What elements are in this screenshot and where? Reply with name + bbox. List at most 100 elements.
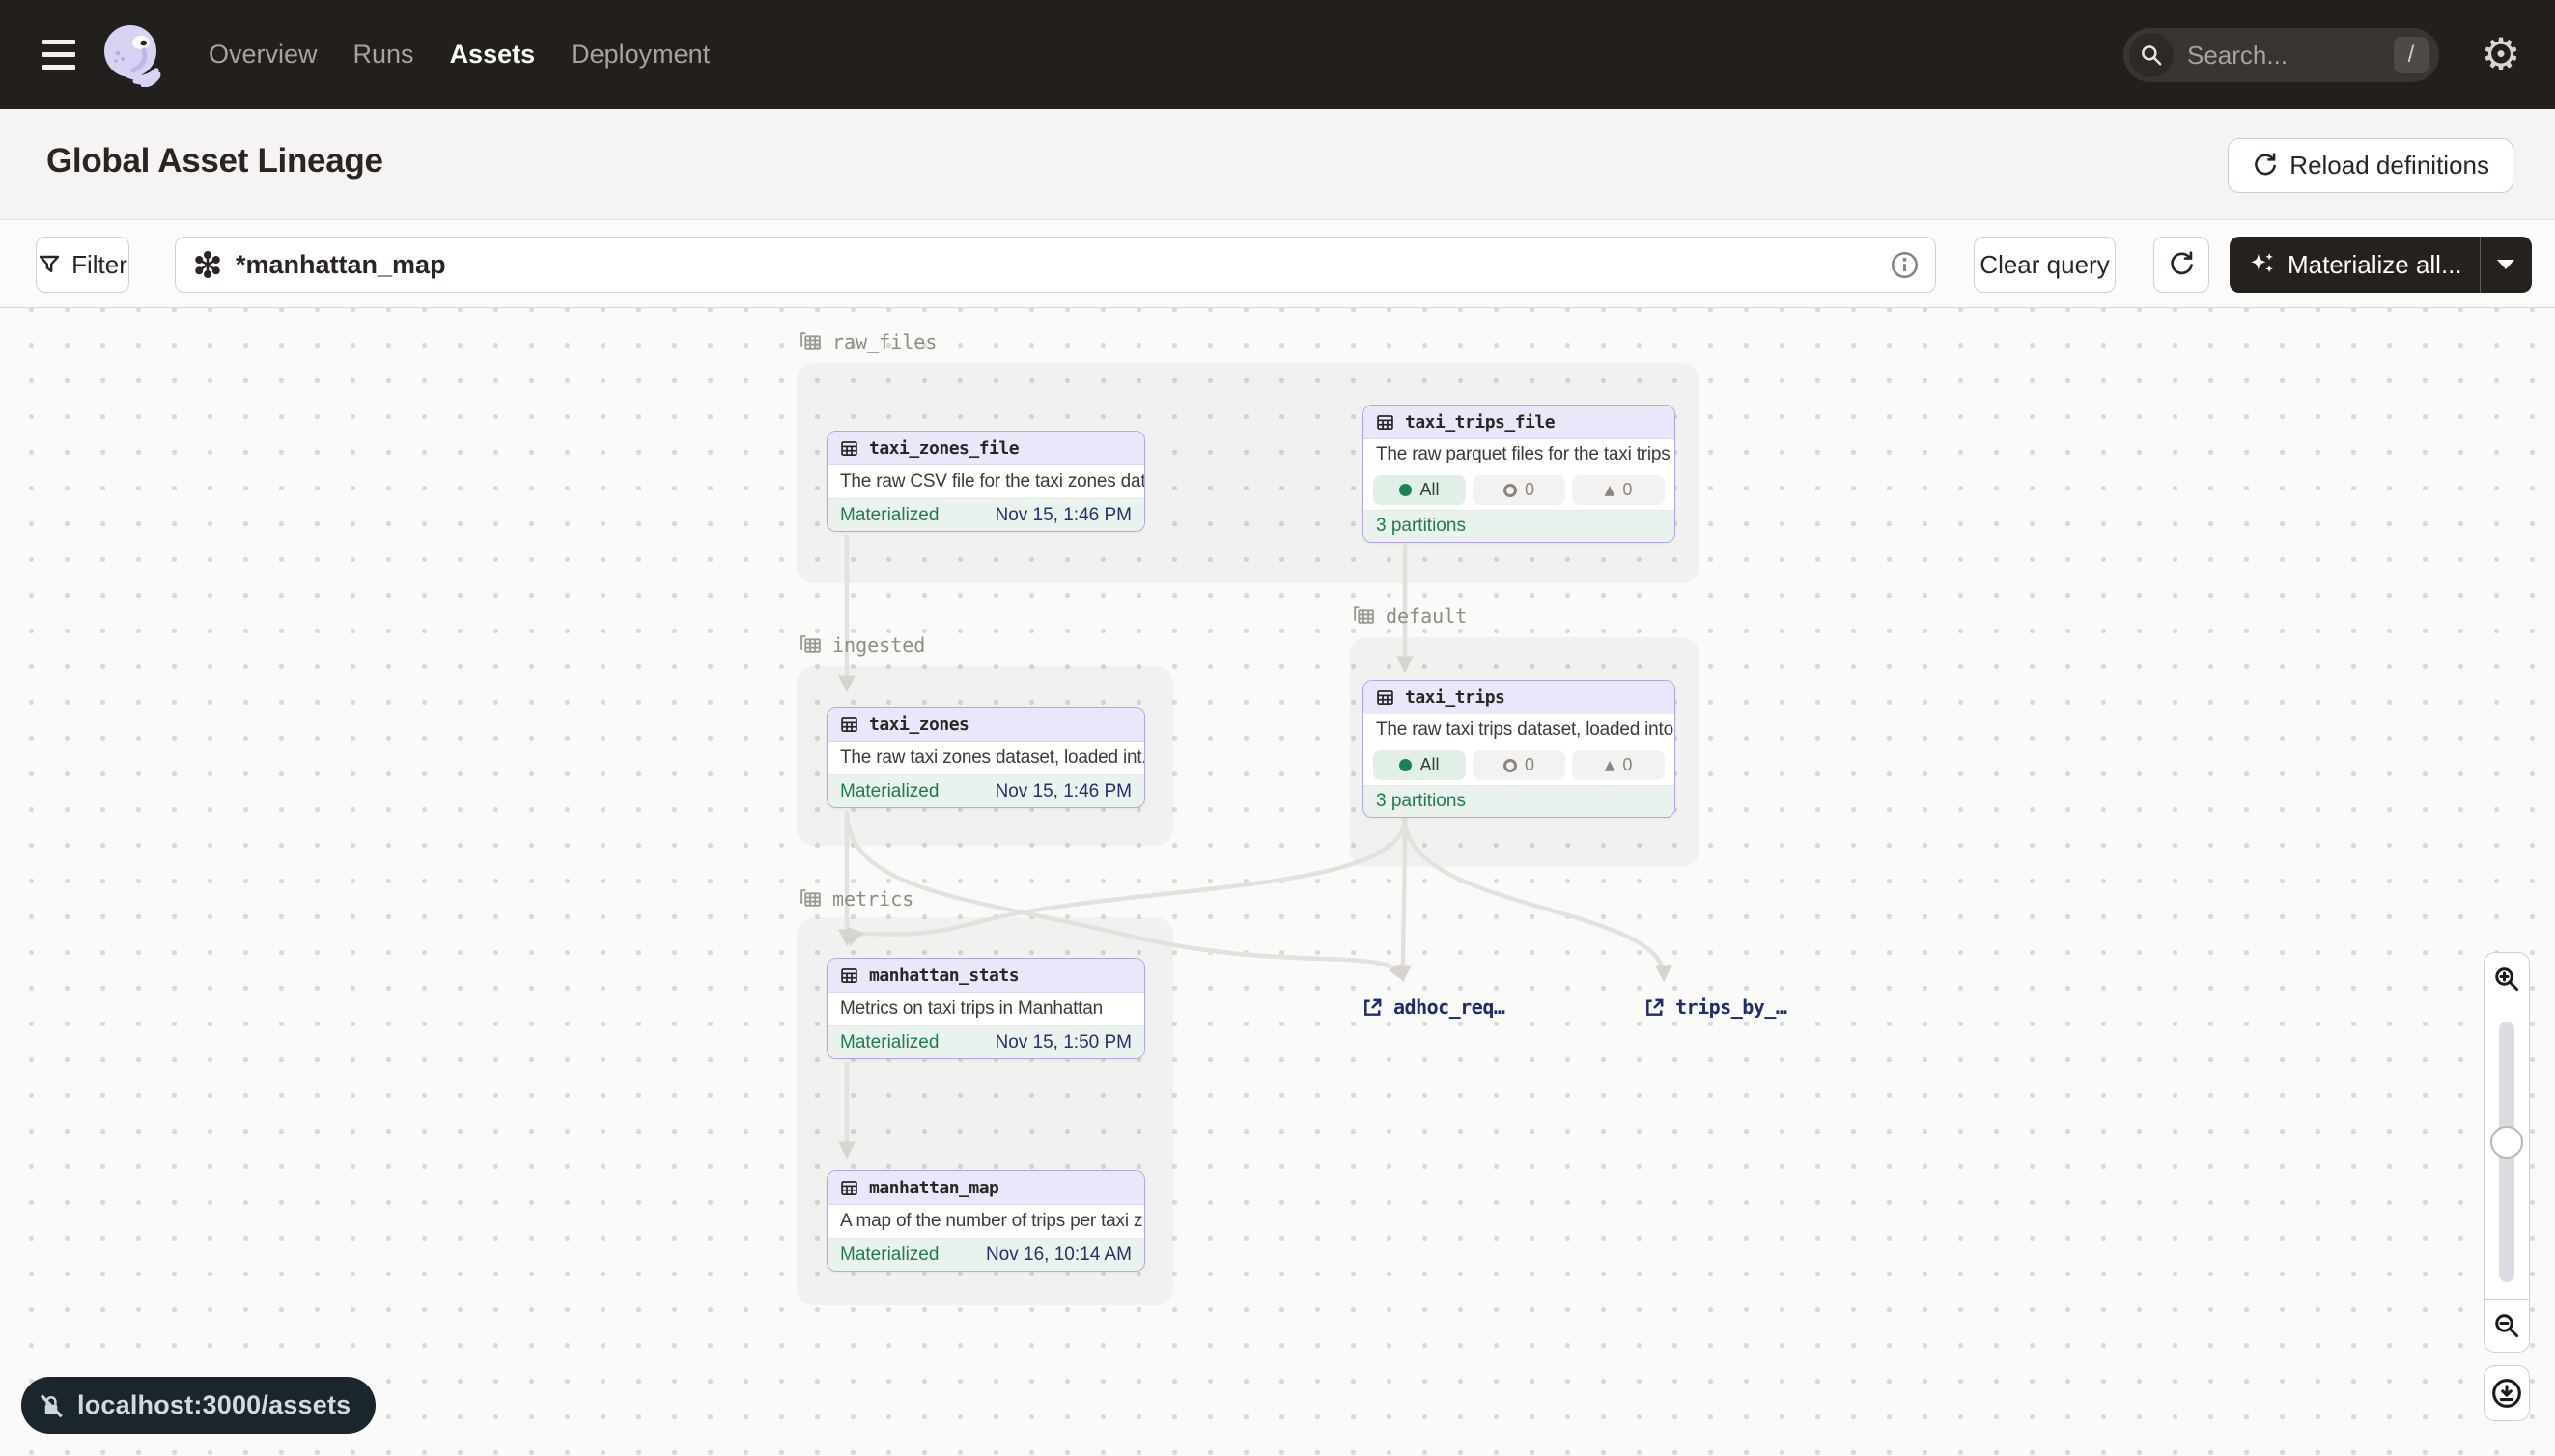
refresh-icon: [2168, 251, 2195, 278]
lineage-graph-canvas[interactable]: raw_files ingested default metrics: [0, 308, 2555, 1456]
status-badge: Materialized: [840, 1245, 939, 1266]
nav-item-overview[interactable]: Overview: [209, 40, 318, 70]
materialization-timestamp: Nov 15, 1:46 PM: [995, 781, 1132, 802]
refresh-button[interactable]: [2153, 237, 2209, 293]
external-asset-adhoc-request[interactable]: adhoc_req…: [1362, 995, 1504, 1019]
primary-nav: Overview Runs Assets Deployment: [209, 0, 710, 109]
group-label-raw-files[interactable]: raw_files: [799, 329, 937, 353]
asset-group-icon: [799, 329, 823, 353]
partition-pill-missing: 0: [1473, 750, 1565, 780]
group-name: metrics: [832, 887, 913, 910]
asset-name: trips_by_…: [1675, 995, 1786, 1019]
filter-label: Filter: [71, 250, 127, 280]
reload-definitions-button[interactable]: Reload definitions: [2228, 138, 2513, 193]
nav-item-runs[interactable]: Runs: [353, 40, 414, 70]
asset-node-taxi-trips[interactable]: taxi_trips The raw taxi trips dataset, l…: [1362, 680, 1675, 818]
asset-description: The raw taxi zones dataset, loaded int..…: [828, 742, 1144, 774]
zoom-slider[interactable]: [2484, 1004, 2530, 1300]
filter-icon: [38, 253, 61, 276]
clear-query-label: Clear query: [1979, 250, 2109, 280]
zoom-out-icon: [2492, 1311, 2521, 1340]
nav-item-assets[interactable]: Assets: [450, 40, 536, 70]
nav-item-deployment[interactable]: Deployment: [571, 40, 710, 70]
download-view-button[interactable]: [2484, 1365, 2530, 1421]
dagster-logo[interactable]: [99, 21, 165, 87]
asset-name: taxi_trips: [1405, 687, 1504, 708]
zoom-in-button[interactable]: [2484, 952, 2530, 1005]
partition-count: 3 partitions: [1363, 785, 1674, 817]
group-label-metrics[interactable]: metrics: [799, 886, 913, 910]
download-icon: [2490, 1377, 2523, 1410]
info-icon[interactable]: [1890, 250, 1920, 280]
asset-name: adhoc_req…: [1393, 995, 1504, 1019]
materialize-label: Materialize all...: [2288, 250, 2462, 280]
asset-name: manhattan_map: [869, 1178, 998, 1198]
status-url: localhost:3000/assets: [77, 1390, 351, 1420]
sparkle-icon: [2247, 250, 2276, 279]
asset-group-icon: [799, 886, 823, 910]
zoom-in-icon: [2492, 965, 2521, 994]
asset-group-icon: [1352, 603, 1376, 628]
search-shortcut-badge: /: [2394, 37, 2429, 73]
external-asset-trips-by[interactable]: trips_by_…: [1643, 995, 1786, 1019]
partition-pill-missing: 0: [1473, 475, 1565, 505]
materialization-timestamp: Nov 15, 1:50 PM: [995, 1032, 1132, 1053]
lineage-toolbar: Filter Clear query: [0, 220, 2555, 308]
search-placeholder: Search...: [2187, 41, 2394, 70]
materialization-timestamp: Nov 16, 10:14 AM: [986, 1245, 1132, 1266]
group-label-ingested[interactable]: ingested: [799, 632, 925, 657]
asset-query-input[interactable]: [236, 250, 1890, 280]
asset-group-icon: [799, 632, 823, 657]
materialization-timestamp: Nov 15, 1:46 PM: [995, 505, 1132, 526]
reload-label: Reload definitions: [2289, 151, 2489, 181]
chevron-down-icon: [2497, 260, 2514, 269]
materialize-all-button[interactable]: Materialize all...: [2230, 237, 2532, 293]
page-header: Global Asset Lineage Reload definitions: [0, 109, 2555, 220]
top-navbar: Overview Runs Assets Deployment Search..…: [0, 0, 2555, 109]
status-badge: Materialized: [840, 781, 939, 802]
partition-pill-failed: ▲0: [1572, 475, 1665, 505]
asset-node-taxi-zones-file[interactable]: taxi_zones_file The raw CSV file for the…: [827, 431, 1145, 532]
group-name: raw_files: [832, 330, 937, 353]
asset-node-manhattan-stats[interactable]: manhattan_stats Metrics on taxi trips in…: [827, 958, 1145, 1059]
browser-status-bubble: localhost:3000/assets: [21, 1377, 376, 1434]
asset-description: A map of the number of trips per taxi z.…: [828, 1205, 1144, 1238]
asset-description: The raw parquet files for the taxi trips…: [1363, 439, 1674, 470]
asset-name: manhattan_stats: [869, 966, 1019, 986]
asset-description: Metrics on taxi trips in Manhattan: [828, 993, 1144, 1025]
table-icon: [839, 1178, 859, 1198]
status-badge: Materialized: [840, 1032, 939, 1053]
asset-query-field: [175, 237, 1936, 293]
reload-icon: [2252, 153, 2278, 179]
group-name: default: [1386, 604, 1467, 628]
external-link-icon: [1643, 996, 1666, 1019]
global-search-input[interactable]: Search... /: [2123, 28, 2439, 82]
materialize-dropdown-caret[interactable]: [2481, 237, 2531, 293]
filled-circle-icon: [1399, 759, 1412, 771]
asset-node-manhattan-map[interactable]: manhattan_map A map of the number of tri…: [827, 1170, 1145, 1272]
table-icon: [839, 966, 859, 986]
lock-slash-icon: [37, 1391, 66, 1420]
zoom-out-button[interactable]: [2484, 1299, 2530, 1353]
table-icon: [1375, 412, 1395, 433]
gear-icon[interactable]: ⚙: [2478, 29, 2524, 79]
asset-node-taxi-trips-file[interactable]: taxi_trips_file The raw parquet files fo…: [1362, 405, 1675, 543]
filter-button[interactable]: Filter: [36, 237, 129, 293]
menu-icon[interactable]: [42, 40, 75, 70]
asset-description: The raw CSV file for the taxi zones dat.…: [828, 465, 1144, 498]
clear-query-button[interactable]: Clear query: [1974, 237, 2116, 293]
ring-circle-icon: [1503, 484, 1517, 497]
status-badge: Materialized: [840, 505, 939, 526]
asset-name: taxi_zones: [869, 714, 969, 735]
asset-node-taxi-zones[interactable]: taxi_zones The raw taxi zones dataset, l…: [827, 707, 1145, 808]
asset-name: taxi_zones_file: [869, 438, 1019, 459]
table-icon: [839, 438, 859, 459]
asset-description: The raw taxi trips dataset, loaded into …: [1363, 714, 1674, 745]
external-link-icon: [1362, 996, 1384, 1019]
asset-name: taxi_trips_file: [1405, 412, 1555, 433]
asset-graph-icon: [193, 250, 222, 279]
group-label-default[interactable]: default: [1352, 603, 1467, 628]
page-title: Global Asset Lineage: [46, 142, 383, 181]
zoom-slider-knob[interactable]: [2490, 1126, 2523, 1159]
partition-count: 3 partitions: [1363, 510, 1674, 542]
